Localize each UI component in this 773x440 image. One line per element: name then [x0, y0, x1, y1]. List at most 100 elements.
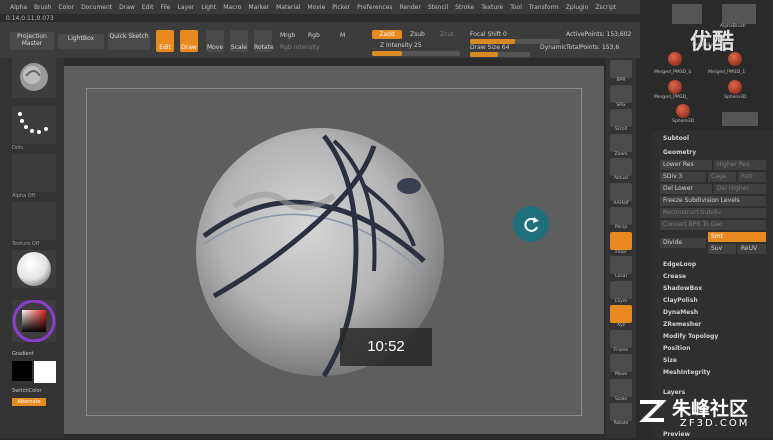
menu-item[interactable]: Zplugin [566, 4, 589, 11]
stroke-thumbnail[interactable] [12, 106, 56, 144]
primary-color-swatch[interactable] [34, 361, 56, 383]
shelf-button[interactable] [610, 256, 632, 274]
menu-item[interactable]: Layer [178, 4, 195, 11]
draw-button[interactable]: Draw [180, 30, 198, 52]
document-canvas[interactable] [64, 66, 604, 434]
zadd-button[interactable]: Zadd [372, 30, 402, 39]
geometry-subsection[interactable]: Crease [660, 272, 766, 282]
del-higher-button[interactable]: Del Higher [714, 184, 766, 194]
dynamic-toggle[interactable]: Dynamic [540, 44, 566, 51]
menu-item[interactable]: File [160, 4, 170, 11]
menu-item[interactable]: Macro [223, 4, 241, 11]
tool-thumbnail[interactable] [672, 4, 702, 24]
del-lower-button[interactable]: Del Lower [660, 184, 712, 194]
menu-item[interactable]: Picker [332, 4, 350, 11]
move-button[interactable]: Move [206, 30, 224, 52]
zsub-button[interactable]: Zsub [410, 31, 425, 38]
secondary-color-swatch[interactable] [12, 361, 32, 381]
geometry-section[interactable]: Geometry [660, 148, 766, 158]
convert-bpr-button[interactable]: Convert BPR To Geo [660, 220, 766, 230]
freeze-subdivision-button[interactable]: Freeze Subdivision Levels [660, 196, 766, 206]
shelf-button[interactable] [610, 84, 632, 103]
menu-item[interactable]: Render [399, 4, 420, 11]
m-toggle[interactable]: M [340, 32, 345, 39]
shelf-button[interactable] [610, 329, 632, 348]
menu-item[interactable]: Tool [510, 4, 522, 11]
menu-item[interactable]: Brush [34, 4, 51, 11]
focal-shift-slider[interactable]: Focal Shift 0 [470, 31, 507, 38]
shelf-button[interactable] [610, 158, 632, 176]
tool-thumbnail[interactable] [668, 80, 682, 94]
shelf-button[interactable] [610, 109, 632, 127]
shelf-button[interactable] [610, 231, 632, 250]
menu-item[interactable]: Zscript [595, 4, 616, 11]
quick-sketch-button[interactable]: Quick Sketch [108, 32, 150, 50]
edit-button[interactable]: Edit [156, 30, 174, 52]
geometry-subsection[interactable]: DynaMesh [660, 308, 766, 318]
divide-button[interactable]: Divide [660, 238, 706, 248]
shelf-button[interactable] [610, 133, 632, 152]
tool-thumbnail[interactable] [722, 112, 758, 126]
shelf-button[interactable] [610, 378, 632, 397]
menu-item[interactable]: Edit [142, 4, 154, 11]
menu-item[interactable]: Marker [248, 4, 269, 11]
gradient-label[interactable]: Gradient [12, 351, 34, 357]
tool-thumbnail[interactable] [722, 4, 756, 24]
reuv-button[interactable]: ReUV [738, 244, 766, 254]
scale-button[interactable]: Scale [230, 30, 248, 52]
shelf-button[interactable] [610, 182, 632, 201]
projection-master-button[interactable]: Projection Master [10, 32, 54, 50]
color-picker[interactable] [12, 299, 56, 343]
geometry-subsection[interactable]: ShadowBox [660, 284, 766, 294]
rgb-toggle[interactable]: Rgb [308, 32, 320, 39]
menu-item[interactable]: Light [201, 4, 216, 11]
shelf-button[interactable] [610, 305, 632, 323]
rotate-view-button[interactable] [513, 206, 549, 242]
geometry-subsection[interactable]: Size [660, 356, 766, 366]
mrgb-toggle[interactable]: Mrgb [280, 32, 295, 39]
shelf-button[interactable] [610, 403, 632, 421]
shelf-button[interactable] [610, 280, 632, 299]
menu-item[interactable]: Color [58, 4, 74, 11]
suv-toggle[interactable]: Suv [708, 244, 736, 254]
tool-thumbnail[interactable] [728, 80, 742, 94]
rgb-intensity-slider[interactable]: Rgb Intensity [280, 44, 320, 51]
shelf-button[interactable] [610, 354, 632, 372]
alternate-button[interactable]: Alternate [12, 398, 46, 406]
menu-item[interactable]: Stencil [428, 4, 448, 11]
rotate-button[interactable]: Rotate [254, 30, 274, 52]
lightbox-button[interactable]: LightBox [58, 34, 104, 49]
sculpted-sphere-model[interactable] [64, 66, 604, 434]
shelf-button[interactable] [610, 207, 632, 225]
zcut-button[interactable]: Zcut [440, 31, 454, 38]
geometry-subsection[interactable]: EdgeLoop [660, 260, 766, 270]
z-intensity-track[interactable] [372, 51, 460, 56]
tool-thumbnail[interactable] [676, 104, 690, 118]
rstr-button[interactable]: Rstr [738, 172, 766, 182]
brush-thumbnail[interactable] [12, 58, 56, 98]
menu-item[interactable]: Preferences [357, 4, 392, 11]
menu-item[interactable]: Material [276, 4, 300, 11]
higher-res-button[interactable]: Higher Res [714, 160, 766, 170]
smt-toggle[interactable]: Smt [708, 232, 766, 242]
preview-section[interactable]: Preview [660, 430, 766, 440]
sdiv-slider[interactable]: SDiv 3 [660, 172, 706, 182]
tool-thumbnail[interactable] [668, 52, 682, 66]
reconstruct-subdiv-button[interactable]: Reconstruct Subdiv [660, 208, 766, 218]
cage-button[interactable]: Cage [708, 172, 736, 182]
texture-thumbnail[interactable] [12, 202, 56, 240]
menu-item[interactable]: Texture [481, 4, 503, 11]
menu-item[interactable]: Movie [308, 4, 326, 11]
alpha-thumbnail[interactable] [12, 154, 56, 192]
menu-item[interactable]: Draw [119, 4, 135, 11]
draw-size-track[interactable] [470, 52, 530, 57]
menu-item[interactable]: Stroke [455, 4, 474, 11]
geometry-subsection[interactable]: Position [660, 344, 766, 354]
draw-size-slider[interactable]: Draw Size 64 [470, 44, 509, 51]
menu-item[interactable]: Transform [529, 4, 559, 11]
shelf-button[interactable] [610, 60, 632, 78]
z-intensity-slider[interactable]: Z Intensity 25 [380, 42, 422, 49]
switch-color-button[interactable]: SwitchColor [12, 388, 42, 394]
material-thumbnail[interactable] [12, 250, 56, 288]
geometry-subsection[interactable]: MeshIntegrity [660, 368, 766, 378]
